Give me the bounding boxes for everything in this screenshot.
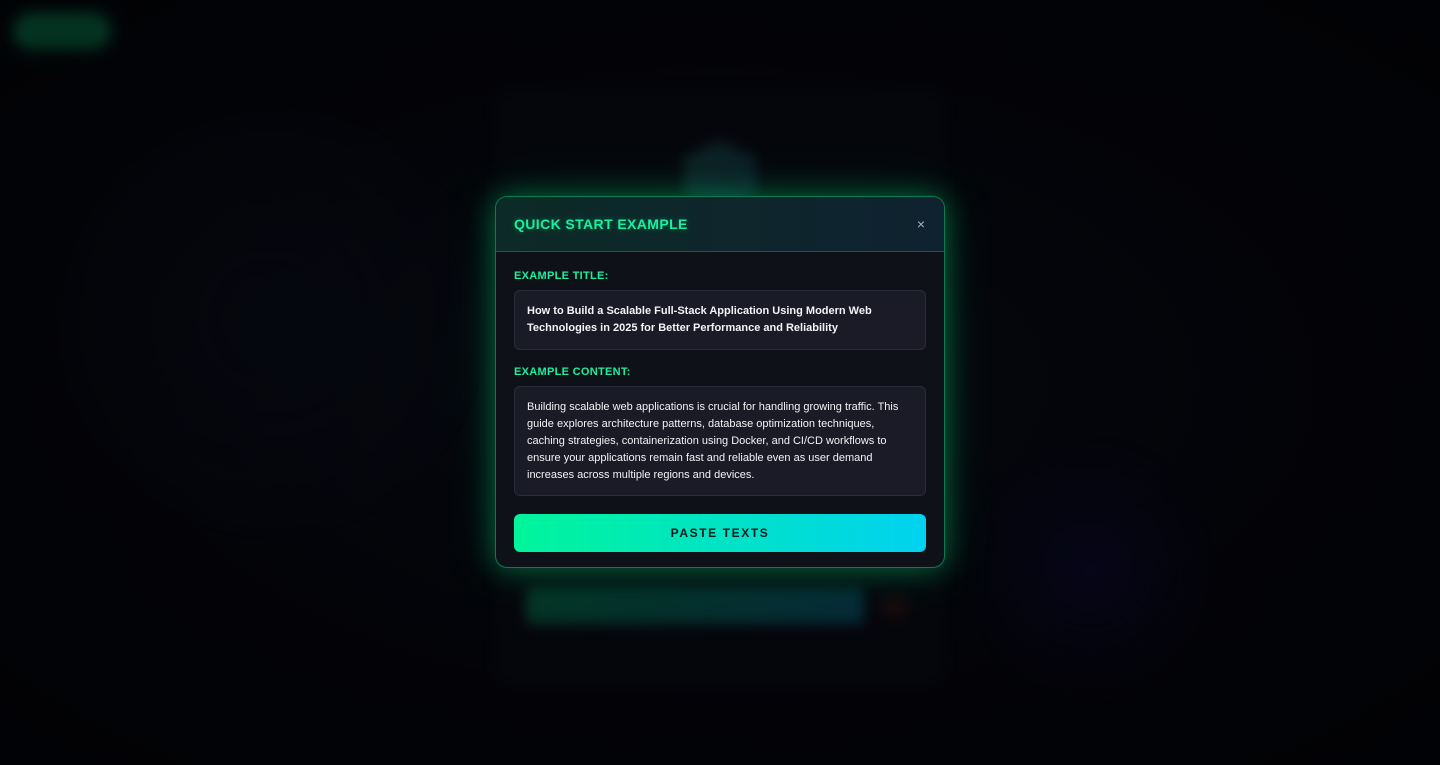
modal-title: QUICK START EXAMPLE bbox=[514, 216, 688, 232]
example-title-label: EXAMPLE TITLE: bbox=[514, 270, 609, 282]
paste-texts-button[interactable]: PASTE TEXTS bbox=[514, 514, 926, 552]
quick-start-modal: QUICK START EXAMPLE × EXAMPLE TITLE: How… bbox=[495, 196, 945, 568]
example-title-text: How to Build a Scalable Full-Stack Appli… bbox=[514, 290, 926, 350]
modal-header: QUICK START EXAMPLE × bbox=[496, 197, 944, 252]
modal-body: EXAMPLE TITLE: How to Build a Scalable F… bbox=[496, 252, 944, 552]
page: QUICK START EXAMPLE × EXAMPLE TITLE: How… bbox=[0, 0, 1440, 765]
example-content-text: Building scalable web applications is cr… bbox=[514, 386, 926, 496]
close-icon[interactable]: × bbox=[910, 213, 932, 235]
example-content-label: EXAMPLE CONTENT: bbox=[514, 366, 631, 378]
